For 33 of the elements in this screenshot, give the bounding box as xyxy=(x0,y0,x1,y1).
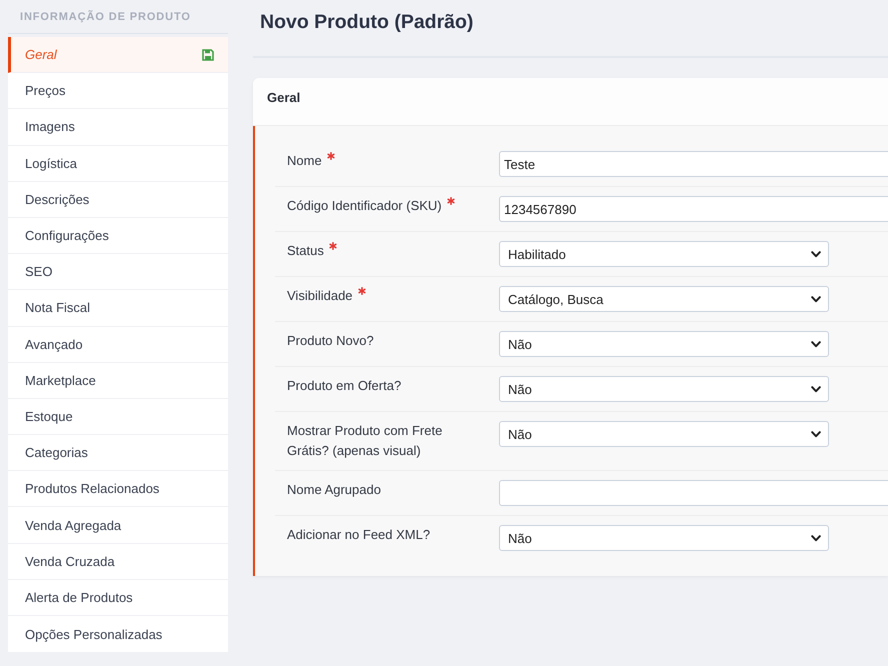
dropdown-field[interactable]: Catálogo, Busca xyxy=(499,286,829,312)
input-field[interactable]: 1234567890 xyxy=(499,196,888,222)
field-label: Status xyxy=(287,243,324,258)
sidebar-item[interactable]: Venda Cruzada xyxy=(8,544,228,580)
field-label: Adicionar no Feed XML? xyxy=(287,527,430,542)
card-title: Geral xyxy=(267,90,300,105)
sidebar-item[interactable]: Logística xyxy=(8,146,228,182)
field-label: Código Identificador (SKU) xyxy=(287,198,442,213)
page-title: Novo Produto (Padrão) xyxy=(260,10,474,34)
sidebar-item[interactable]: Avançado xyxy=(8,326,228,363)
sidebar-item[interactable]: Geral xyxy=(8,37,228,74)
field-label: Mostrar Produto com Frete Grátis? (apenas visual) xyxy=(287,423,442,458)
field-label: Nome xyxy=(287,153,322,168)
dropdown-field[interactable]: Não xyxy=(499,331,829,357)
save-icon[interactable] xyxy=(202,48,214,61)
dropdown-field[interactable]: Não xyxy=(499,525,829,551)
input-field[interactable] xyxy=(499,480,888,506)
dropdown-field[interactable]: Habilitado xyxy=(499,241,829,267)
field-label: Produto Novo? xyxy=(287,333,374,348)
chevron-down-icon xyxy=(811,534,821,542)
chevron-down-icon xyxy=(811,250,821,258)
chevron-down-icon xyxy=(811,340,821,348)
chevron-down-icon xyxy=(811,430,821,438)
chevron-down-icon xyxy=(811,296,821,302)
field-label: Visibilidade xyxy=(287,288,353,303)
field-label: Produto em Oferta? xyxy=(287,378,402,393)
dropdown-field[interactable]: Não xyxy=(499,421,829,447)
dropdown-field[interactable]: Não xyxy=(499,376,829,402)
field-label: Nome Agrupado xyxy=(287,482,381,497)
chevron-down-icon xyxy=(811,386,821,392)
sidebar-heading: INFORMAÇÃO DE PRODUTO xyxy=(20,11,191,24)
input-field[interactable]: Teste xyxy=(499,151,888,177)
sidebar-item[interactable]: Marketplace xyxy=(8,362,228,399)
